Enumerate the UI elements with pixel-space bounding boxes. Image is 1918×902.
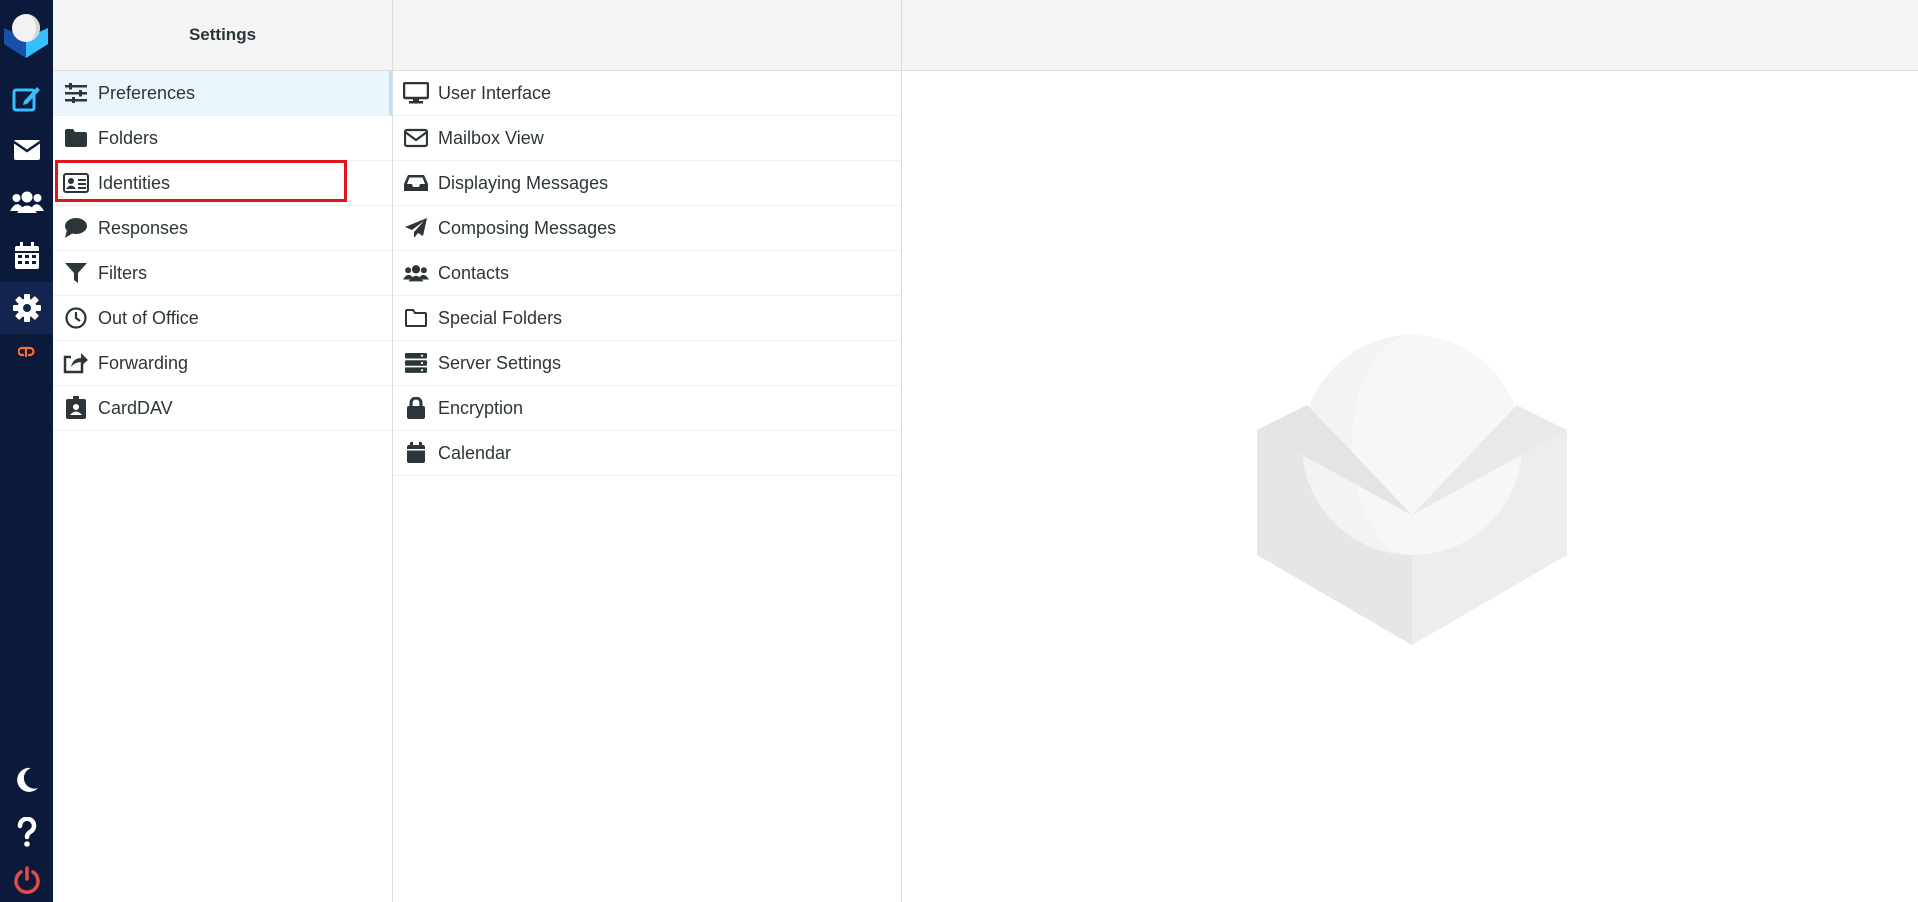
calendar-icon xyxy=(403,441,429,465)
section-label: Filters xyxy=(98,262,147,283)
folder-outline-icon xyxy=(403,306,429,330)
section-label: Responses xyxy=(98,217,189,238)
section-forwarding[interactable]: Forwarding xyxy=(53,341,392,386)
sliders-icon xyxy=(63,81,89,105)
pref-displaying-messages[interactable]: Displaying Messages xyxy=(393,161,901,206)
calendar-button[interactable] xyxy=(0,230,53,282)
contacts-button[interactable] xyxy=(0,176,53,228)
settings-sections-panel: Settings Preferences Folders Identities … xyxy=(53,0,393,902)
roundcube-watermark-icon xyxy=(1257,335,1567,650)
roundcube-logo-icon[interactable] xyxy=(4,12,49,60)
mail-icon xyxy=(12,140,41,160)
content-panel xyxy=(902,0,1918,902)
server-icon xyxy=(403,351,429,375)
section-responses[interactable]: Responses xyxy=(53,206,392,251)
section-label: Out of Office xyxy=(98,307,199,328)
moon-icon xyxy=(16,767,38,792)
section-label: Preferences xyxy=(98,82,196,103)
pref-label: Calendar xyxy=(438,442,512,463)
filter-icon xyxy=(63,261,89,285)
compose-icon xyxy=(12,87,40,112)
share-icon xyxy=(63,351,89,375)
preferences-list: User Interface Mailbox View Displaying M… xyxy=(393,71,901,476)
pref-label: Server Settings xyxy=(438,352,562,373)
monitor-icon xyxy=(403,81,429,105)
pref-calendar[interactable]: Calendar xyxy=(393,431,901,476)
pref-special-folders[interactable]: Special Folders xyxy=(393,296,901,341)
section-preferences[interactable]: Preferences xyxy=(53,71,392,116)
pref-label: Composing Messages xyxy=(438,217,617,238)
settings-header: Settings xyxy=(53,0,392,71)
users-icon xyxy=(403,261,429,285)
section-label: Folders xyxy=(98,127,159,148)
section-label: CardDAV xyxy=(98,397,173,418)
app-nav xyxy=(0,0,53,902)
id-card-icon xyxy=(63,171,89,195)
preferences-panel: User Interface Mailbox View Displaying M… xyxy=(393,0,902,902)
pref-server-settings[interactable]: Server Settings xyxy=(393,341,901,386)
pref-label: Encryption xyxy=(438,397,524,418)
contacts-icon xyxy=(9,191,44,213)
pref-contacts[interactable]: Contacts xyxy=(393,251,901,296)
calendar-icon xyxy=(14,242,39,269)
pref-user-interface[interactable]: User Interface xyxy=(393,71,901,116)
logout-button[interactable] xyxy=(0,858,53,902)
address-book-icon xyxy=(63,396,89,420)
power-icon xyxy=(13,866,40,894)
help-button[interactable] xyxy=(0,806,53,858)
pref-label: Special Folders xyxy=(438,307,563,328)
cpanel-button[interactable] xyxy=(0,334,53,370)
settings-sections-list: Preferences Folders Identities Responses xyxy=(53,71,392,431)
preferences-header xyxy=(393,0,901,71)
section-identities[interactable]: Identities xyxy=(53,161,392,206)
pref-label: Mailbox View xyxy=(438,127,544,148)
pref-mailbox-view[interactable]: Mailbox View xyxy=(393,116,901,161)
settings-button[interactable] xyxy=(0,282,53,334)
comment-icon xyxy=(63,216,89,240)
section-filters[interactable]: Filters xyxy=(53,251,392,296)
clock-icon xyxy=(63,306,89,330)
lock-icon xyxy=(403,396,429,420)
pref-label: Contacts xyxy=(438,262,510,283)
section-label: Forwarding xyxy=(98,352,189,373)
section-label: Identities xyxy=(98,172,171,193)
cpanel-icon xyxy=(17,346,35,357)
mail-button[interactable] xyxy=(0,124,53,176)
folder-icon xyxy=(63,126,89,150)
section-carddav[interactable]: CardDAV xyxy=(53,386,392,431)
content-header xyxy=(902,0,1918,71)
pref-composing-messages[interactable]: Composing Messages xyxy=(393,206,901,251)
pref-label: User Interface xyxy=(438,82,552,103)
compose-button[interactable] xyxy=(0,72,53,124)
dark-mode-button[interactable] xyxy=(0,754,53,806)
section-out-of-office[interactable]: Out of Office xyxy=(53,296,392,341)
inbox-icon xyxy=(403,171,429,195)
section-folders[interactable]: Folders xyxy=(53,116,392,161)
paper-plane-icon xyxy=(403,216,429,240)
pref-label: Displaying Messages xyxy=(438,172,609,193)
help-icon xyxy=(17,817,36,847)
settings-icon xyxy=(12,294,41,322)
envelope-icon xyxy=(403,126,429,150)
pref-encryption[interactable]: Encryption xyxy=(393,386,901,431)
